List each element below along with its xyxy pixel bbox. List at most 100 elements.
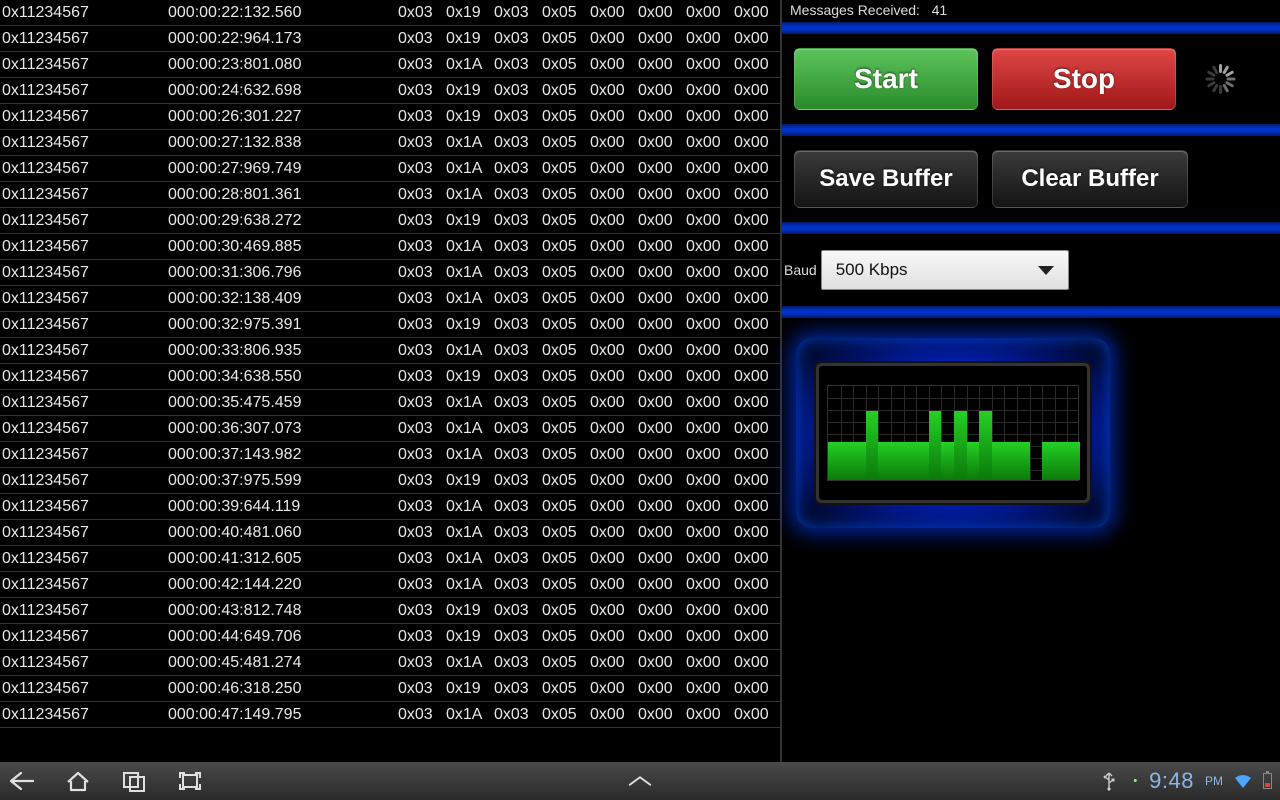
msg-bytes: 0x030x1A0x030x050x000x000x000x00	[398, 394, 770, 412]
table-row[interactable]: 0x11234567000:00:45:481.2740x030x1A0x030…	[0, 650, 780, 676]
divider	[782, 124, 1280, 136]
table-row[interactable]: 0x11234567000:00:37:975.5990x030x190x030…	[0, 468, 780, 494]
table-row[interactable]: 0x11234567000:00:28:801.3610x030x1A0x030…	[0, 182, 780, 208]
table-row[interactable]: 0x11234567000:00:27:969.7490x030x1A0x030…	[0, 156, 780, 182]
back-icon[interactable]	[8, 767, 36, 795]
msg-time: 000:00:34:638.550	[168, 368, 398, 386]
msg-bytes: 0x030x190x030x050x000x000x000x00	[398, 602, 770, 620]
table-row[interactable]: 0x11234567000:00:41:312.6050x030x1A0x030…	[0, 546, 780, 572]
msg-id: 0x11234567	[0, 628, 168, 646]
table-row[interactable]: 0x11234567000:00:33:806.9350x030x1A0x030…	[0, 338, 780, 364]
clock-ampm: PM	[1205, 774, 1223, 788]
msg-time: 000:00:22:964.173	[168, 30, 398, 48]
msg-id: 0x11234567	[0, 264, 168, 282]
msg-id: 0x11234567	[0, 56, 168, 74]
table-row[interactable]: 0x11234567000:00:27:132.8380x030x1A0x030…	[0, 130, 780, 156]
msg-id: 0x11234567	[0, 368, 168, 386]
activity-graph	[827, 385, 1079, 481]
table-row[interactable]: 0x11234567000:00:46:318.2500x030x190x030…	[0, 676, 780, 702]
table-row[interactable]: 0x11234567000:00:24:632.6980x030x190x030…	[0, 78, 780, 104]
clock-time: 9:48	[1149, 768, 1194, 794]
msg-time: 000:00:27:132.838	[168, 134, 398, 152]
message-log[interactable]: 0x11234567000:00:22:132.5600x030x190x030…	[0, 0, 780, 762]
msg-id: 0x11234567	[0, 706, 168, 724]
msg-time: 000:00:36:307.073	[168, 420, 398, 438]
expand-icon[interactable]	[626, 767, 654, 795]
msg-time: 000:00:40:481.060	[168, 524, 398, 542]
msg-bytes: 0x030x1A0x030x050x000x000x000x00	[398, 238, 770, 256]
stop-button[interactable]: Stop	[992, 48, 1176, 110]
msg-time: 000:00:31:306.796	[168, 264, 398, 282]
msg-time: 000:00:32:975.391	[168, 316, 398, 334]
msg-time: 000:00:27:969.749	[168, 160, 398, 178]
msg-id: 0x11234567	[0, 394, 168, 412]
msg-id: 0x11234567	[0, 30, 168, 48]
msg-id: 0x11234567	[0, 82, 168, 100]
activity-graph-frame	[796, 338, 1110, 528]
baud-value: 500 Kbps	[836, 260, 908, 280]
msg-bytes: 0x030x1A0x030x050x000x000x000x00	[398, 576, 770, 594]
msg-bytes: 0x030x1A0x030x050x000x000x000x00	[398, 446, 770, 464]
clear-buffer-button[interactable]: Clear Buffer	[992, 150, 1188, 208]
msg-id: 0x11234567	[0, 212, 168, 230]
signal-dot-icon: •	[1133, 775, 1137, 787]
table-row[interactable]: 0x11234567000:00:37:143.9820x030x1A0x030…	[0, 442, 780, 468]
table-row[interactable]: 0x11234567000:00:35:475.4590x030x1A0x030…	[0, 390, 780, 416]
msg-bytes: 0x030x190x030x050x000x000x000x00	[398, 4, 770, 22]
home-icon[interactable]	[64, 767, 92, 795]
msg-id: 0x11234567	[0, 186, 168, 204]
recent-apps-icon[interactable]	[120, 767, 148, 795]
msg-id: 0x11234567	[0, 342, 168, 360]
table-row[interactable]: 0x11234567000:00:43:812.7480x030x190x030…	[0, 598, 780, 624]
table-row[interactable]: 0x11234567000:00:34:638.5500x030x190x030…	[0, 364, 780, 390]
msg-time: 000:00:42:144.220	[168, 576, 398, 594]
msg-bytes: 0x030x190x030x050x000x000x000x00	[398, 30, 770, 48]
msg-id: 0x11234567	[0, 472, 168, 490]
table-row[interactable]: 0x11234567000:00:29:638.2720x030x190x030…	[0, 208, 780, 234]
system-navbar: • 9:48 PM	[0, 762, 1280, 800]
msg-bytes: 0x030x190x030x050x000x000x000x00	[398, 680, 770, 698]
chevron-down-icon	[1038, 266, 1054, 275]
divider	[782, 222, 1280, 234]
table-row[interactable]: 0x11234567000:00:30:469.8850x030x1A0x030…	[0, 234, 780, 260]
table-row[interactable]: 0x11234567000:00:39:644.1190x030x1A0x030…	[0, 494, 780, 520]
msg-bytes: 0x030x190x030x050x000x000x000x00	[398, 628, 770, 646]
msg-bytes: 0x030x1A0x030x050x000x000x000x00	[398, 56, 770, 74]
table-row[interactable]: 0x11234567000:00:26:301.2270x030x190x030…	[0, 104, 780, 130]
table-row[interactable]: 0x11234567000:00:32:975.3910x030x190x030…	[0, 312, 780, 338]
divider	[782, 306, 1280, 318]
table-row[interactable]: 0x11234567000:00:22:964.1730x030x190x030…	[0, 26, 780, 52]
msg-time: 000:00:44:649.706	[168, 628, 398, 646]
msg-time: 000:00:29:638.272	[168, 212, 398, 230]
msg-time: 000:00:41:312.605	[168, 550, 398, 568]
table-row[interactable]: 0x11234567000:00:40:481.0600x030x1A0x030…	[0, 520, 780, 546]
msg-id: 0x11234567	[0, 550, 168, 568]
table-row[interactable]: 0x11234567000:00:22:132.5600x030x190x030…	[0, 0, 780, 26]
table-row[interactable]: 0x11234567000:00:31:306.7960x030x1A0x030…	[0, 260, 780, 286]
start-button[interactable]: Start	[794, 48, 978, 110]
table-row[interactable]: 0x11234567000:00:44:649.7060x030x190x030…	[0, 624, 780, 650]
table-row[interactable]: 0x11234567000:00:23:801.0800x030x1A0x030…	[0, 52, 780, 78]
baud-select[interactable]: 500 Kbps	[821, 250, 1069, 290]
screenshot-icon[interactable]	[176, 767, 204, 795]
msg-id: 0x11234567	[0, 602, 168, 620]
msg-bytes: 0x030x1A0x030x050x000x000x000x00	[398, 290, 770, 308]
status-label: Messages Received:	[790, 2, 920, 18]
table-row[interactable]: 0x11234567000:00:47:149.7950x030x1A0x030…	[0, 702, 780, 728]
msg-bytes: 0x030x1A0x030x050x000x000x000x00	[398, 160, 770, 178]
battery-icon	[1263, 773, 1272, 789]
msg-time: 000:00:24:632.698	[168, 82, 398, 100]
divider	[782, 22, 1280, 34]
msg-time: 000:00:39:644.119	[168, 498, 398, 516]
msg-id: 0x11234567	[0, 160, 168, 178]
baud-label: Baud	[784, 262, 817, 278]
msg-time: 000:00:28:801.361	[168, 186, 398, 204]
msg-id: 0x11234567	[0, 446, 168, 464]
save-buffer-button[interactable]: Save Buffer	[794, 150, 978, 208]
table-row[interactable]: 0x11234567000:00:42:144.2200x030x1A0x030…	[0, 572, 780, 598]
wifi-icon	[1233, 767, 1253, 795]
msg-id: 0x11234567	[0, 420, 168, 438]
table-row[interactable]: 0x11234567000:00:36:307.0730x030x1A0x030…	[0, 416, 780, 442]
msg-id: 0x11234567	[0, 498, 168, 516]
table-row[interactable]: 0x11234567000:00:32:138.4090x030x1A0x030…	[0, 286, 780, 312]
